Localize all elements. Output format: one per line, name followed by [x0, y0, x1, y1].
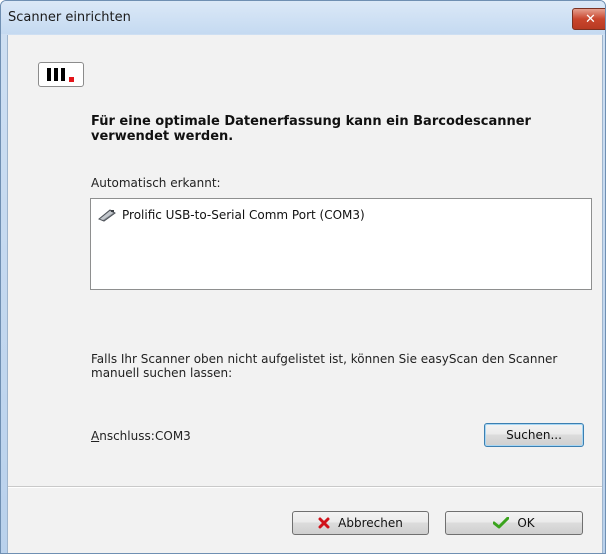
ok-button[interactable]: OK — [445, 511, 583, 535]
detected-label: Automatisch erkannt: — [91, 176, 221, 190]
list-item[interactable]: Prolific USB-to-Serial Comm Port (COM3) — [97, 206, 365, 223]
manual-search-hint: Falls Ihr Scanner oben nicht aufgelistet… — [91, 352, 558, 380]
window-title: Scanner einrichten — [8, 10, 131, 25]
intro-heading: Für eine optimale Datenerfassung kann ei… — [91, 114, 531, 144]
device-label: Prolific USB-to-Serial Comm Port (COM3) — [122, 207, 365, 222]
cancel-x-icon — [318, 517, 330, 529]
port-label: Anschluss: — [91, 429, 155, 443]
dialog-window: Scanner einrichten ✕ Für eine optimale D… — [0, 0, 606, 554]
dialog-content: Für eine optimale Datenerfassung kann ei… — [7, 35, 603, 553]
checkmark-icon — [493, 517, 510, 529]
usb-device-icon — [98, 208, 116, 222]
search-button-label: Suchen... — [506, 428, 562, 442]
brand-logo — [38, 62, 84, 87]
cancel-button-label: Abbrechen — [338, 516, 403, 530]
search-button[interactable]: Suchen... — [484, 423, 584, 447]
detected-devices-list[interactable]: Prolific USB-to-Serial Comm Port (COM3) — [90, 198, 592, 290]
ok-button-label: OK — [517, 516, 535, 530]
port-value: COM3 — [155, 429, 191, 443]
cancel-button[interactable]: Abbrechen — [292, 511, 429, 535]
close-button[interactable]: ✕ — [572, 8, 605, 30]
close-icon: ✕ — [585, 11, 596, 27]
footer-divider — [8, 486, 602, 488]
title-bar[interactable]: Scanner einrichten ✕ — [1, 1, 605, 34]
